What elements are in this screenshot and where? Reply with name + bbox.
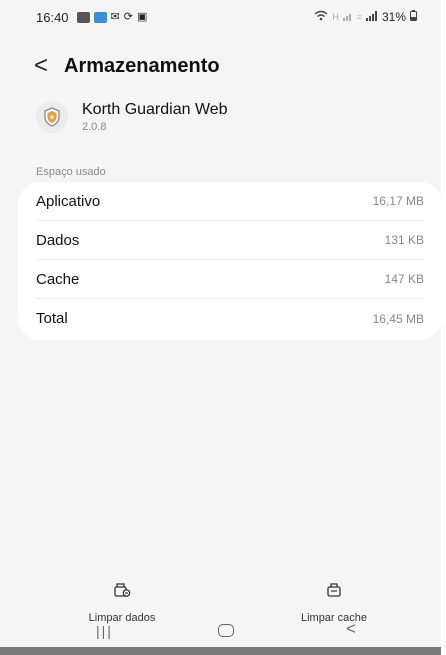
row-label: Aplicativo <box>36 192 101 210</box>
recents-icon[interactable]: ||| <box>96 623 113 639</box>
status-time: 16:40 <box>36 9 69 25</box>
mail-icon: ✉ <box>110 10 120 23</box>
row-label: Cache <box>36 270 80 288</box>
back-nav-icon[interactable]: < <box>346 619 356 639</box>
bottom-edge-bar <box>0 647 446 655</box>
app-text: Korth Guardian Web 2.0.8 <box>82 100 228 133</box>
shield-app-icon <box>36 100 68 133</box>
storage-row-cache: Cache 147 KB <box>36 260 424 299</box>
status-bar: 16:40 ✉ ⟳ ▣ H = 31% <box>0 0 441 34</box>
row-value: 16,17 MB <box>372 194 424 208</box>
status-left: 16:40 ✉ ⟳ ▣ <box>36 10 147 25</box>
row-value: 147 KB <box>384 272 424 286</box>
clear-data-icon <box>62 582 182 603</box>
row-value: 131 KB <box>384 233 424 247</box>
notification-icon <box>76 11 90 23</box>
app-name: Korth Guardian Web <box>82 101 228 118</box>
network-type-icon-2: = <box>356 12 362 22</box>
app-info: Korth Guardian Web 2.0.8 <box>36 100 228 133</box>
storage-card: Aplicativo 16,17 MB Dados 131 KB Cache 1… <box>18 182 442 340</box>
app-version: 2.0.8 <box>82 121 107 133</box>
status-right: H = 31% <box>314 10 417 24</box>
gallery-icon: ▣ <box>136 10 148 23</box>
home-icon[interactable] <box>218 624 234 637</box>
app-header: < Armazenamento <box>34 54 220 78</box>
storage-row-data: Dados 131 KB <box>36 221 424 260</box>
storage-row-app: Aplicativo 16,17 MB <box>36 182 424 221</box>
clear-cache-icon <box>274 582 394 603</box>
network-type-icon: H <box>332 12 339 22</box>
section-label: Espaço usado <box>36 166 106 178</box>
right-edge <box>441 0 446 655</box>
row-label: Total <box>36 310 68 327</box>
sync-icon: ⟳ <box>123 10 133 23</box>
signal-icon-1 <box>342 10 353 24</box>
screen: 16:40 ✉ ⟳ ▣ H = 31% < Armazenamento Kort… <box>0 0 446 655</box>
page-title: Armazenamento <box>64 54 220 77</box>
storage-row-total: Total 16,45 MB <box>36 299 424 338</box>
battery-icon <box>410 10 417 24</box>
row-value: 16,45 MB <box>372 311 424 326</box>
row-label: Dados <box>36 231 80 249</box>
navigation-bar: ||| < <box>0 616 441 646</box>
image-notification-icon <box>93 11 107 23</box>
wifi-icon <box>314 10 328 24</box>
chevron-left-icon[interactable]: < <box>34 54 48 78</box>
signal-icon-2 <box>365 10 378 24</box>
battery-percent: 31% <box>381 10 406 24</box>
